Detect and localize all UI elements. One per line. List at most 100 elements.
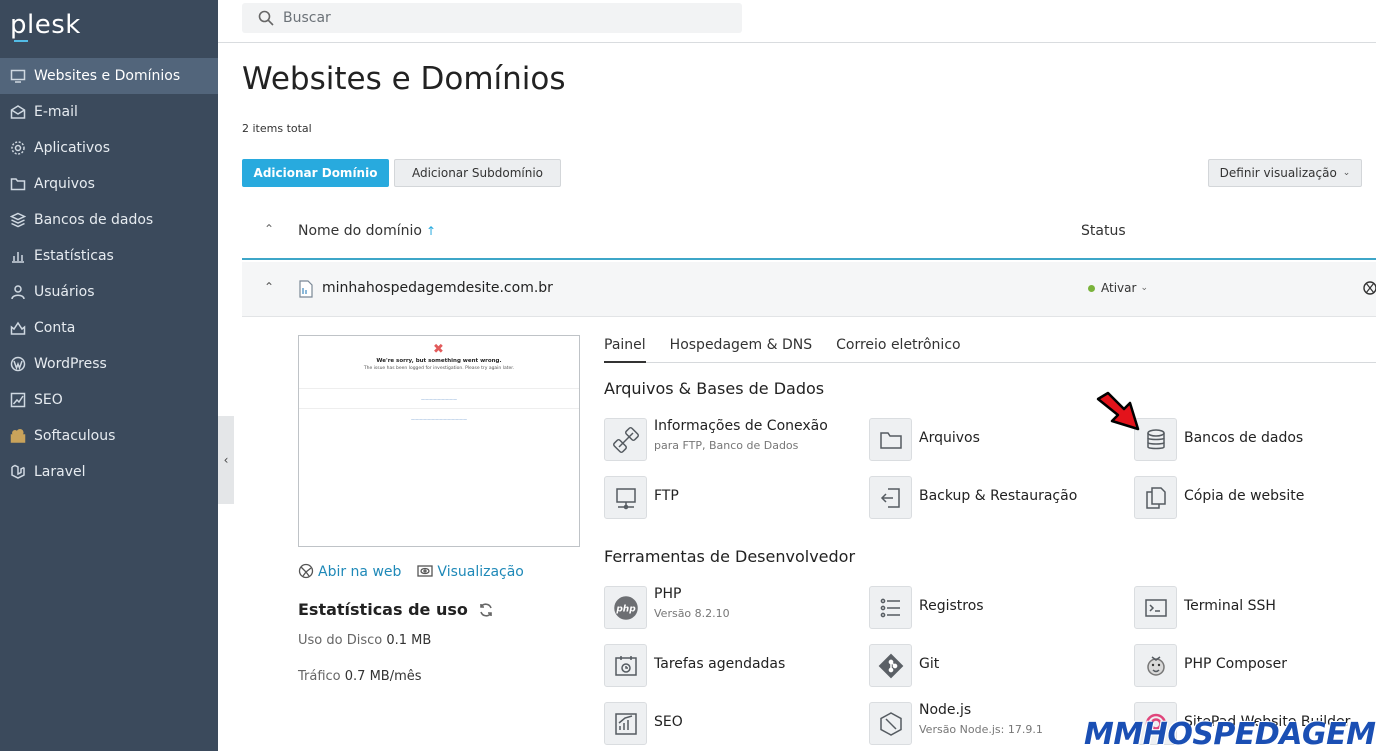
- tool-ftp[interactable]: FTP: [604, 476, 679, 519]
- sidebar-item-label: Laravel: [34, 464, 86, 480]
- tool-sub: Versão 8.2.10: [654, 607, 730, 620]
- sidebar-item-wordpress[interactable]: WordPress: [0, 346, 218, 382]
- status-label: Ativar: [1101, 281, 1137, 295]
- tool-connection-info[interactable]: Informações de Conexão para FTP, Banco de…: [604, 418, 828, 461]
- tool-label: Terminal SSH: [1184, 598, 1276, 614]
- nodejs-icon: [869, 702, 912, 745]
- open-web-label: Abir na web: [318, 564, 402, 580]
- gear-icon: [10, 140, 26, 156]
- stat-value: 0.7 MB/mês: [344, 669, 422, 684]
- tab-dashboard[interactable]: Painel: [604, 337, 646, 363]
- stat-label: Uso do Disco: [298, 633, 383, 648]
- tool-php-composer[interactable]: PHP Composer: [1134, 644, 1287, 687]
- tool-backup[interactable]: Backup & Restauração: [869, 476, 1077, 519]
- tool-logs[interactable]: Registros: [869, 586, 984, 629]
- stat-disk: Uso do Disco 0.1 MB: [298, 633, 431, 648]
- preview-link: —————————: [421, 397, 457, 402]
- domain-row: ⌃ minhahospedagemdesite.com.br Ativar ⌄: [242, 262, 1376, 317]
- chevron-up-icon[interactable]: ⌃: [264, 280, 274, 294]
- sidebar-item-users[interactable]: Usuários: [0, 274, 218, 310]
- folder-icon: [10, 176, 26, 192]
- set-view-label: Definir visualização: [1219, 166, 1337, 180]
- preview-links: Abir na web Visualização: [298, 563, 524, 580]
- open-web-link[interactable]: Abir na web: [298, 563, 401, 580]
- section-files-databases: Arquivos & Bases de Dados: [604, 379, 825, 398]
- sidebar-item-apps[interactable]: Aplicativos: [0, 130, 218, 166]
- sidebar-item-label: E-mail: [34, 104, 78, 120]
- main-content: Websites e Domínios 2 items total Adicio…: [242, 43, 1376, 751]
- tool-label: PHP: [654, 586, 682, 602]
- set-view-button[interactable]: Definir visualização ⌄: [1208, 159, 1362, 187]
- sidebar-item-label: Bancos de dados: [34, 212, 154, 228]
- sidebar-item-softaculous[interactable]: Softaculous: [0, 418, 218, 454]
- sidebar-collapse-button[interactable]: ‹: [218, 416, 234, 504]
- stat-label: Tráfico: [298, 669, 341, 684]
- tool-sub: para FTP, Banco de Dados: [654, 439, 799, 452]
- sidebar-item-laravel[interactable]: Laravel: [0, 454, 218, 490]
- database-icon: [10, 212, 26, 228]
- items-total: 2 items total: [242, 122, 312, 135]
- copy-icon: [1134, 476, 1177, 519]
- tool-nodejs[interactable]: Node.js Versão Node.js: 17.9.1: [869, 702, 1043, 745]
- chevron-left-icon: ‹: [223, 453, 229, 467]
- tool-scheduled-tasks[interactable]: Tarefas agendadas: [604, 644, 785, 687]
- sidebar-nav: Websites e Domínios E-mail Aplicativos A…: [0, 58, 218, 490]
- eye-icon: [417, 563, 434, 579]
- sidebar-item-databases[interactable]: Bancos de dados: [0, 202, 218, 238]
- sidebar-item-stats[interactable]: Estatísticas: [0, 238, 218, 274]
- php-icon: php: [604, 586, 647, 629]
- preview-subtitle: The issue has been logged for investigat…: [363, 366, 515, 371]
- domain-tabs: Painel Hospedagem & DNS Correio eletrôni…: [604, 337, 1376, 363]
- tool-copy-website[interactable]: Cópia de website: [1134, 476, 1304, 519]
- refresh-icon[interactable]: [478, 602, 494, 618]
- usage-stats-label: Estatísticas de uso: [298, 600, 468, 619]
- tool-git[interactable]: Git: [869, 644, 939, 687]
- red-arrow-annotation: [1096, 391, 1140, 431]
- softaculous-icon: [10, 428, 26, 444]
- document-icon: [299, 280, 313, 298]
- add-domain-button[interactable]: Adicionar Domínio: [242, 159, 389, 187]
- gear-icon[interactable]: [1362, 279, 1376, 297]
- tool-seo[interactable]: SEO: [604, 702, 683, 745]
- top-bar: [218, 0, 1376, 43]
- sidebar-item-files[interactable]: Arquivos: [0, 166, 218, 202]
- section-dev-tools: Ferramentas de Desenvolvedor: [604, 547, 856, 566]
- tool-files[interactable]: Arquivos: [869, 418, 980, 461]
- sidebar-item-label: Estatísticas: [34, 248, 114, 264]
- collapse-all-icon[interactable]: ⌃: [264, 222, 274, 236]
- tool-databases[interactable]: Bancos de dados: [1134, 418, 1303, 461]
- domain-name-link[interactable]: minhahospedagemdesite.com.br: [322, 280, 553, 296]
- add-subdomain-button[interactable]: Adicionar Subdomínio: [394, 159, 561, 187]
- sidebar-item-label: Aplicativos: [34, 140, 111, 156]
- sidebar-item-account[interactable]: Conta: [0, 310, 218, 346]
- visualization-link[interactable]: Visualização: [417, 563, 524, 580]
- tab-hosting-dns[interactable]: Hospedagem & DNS: [670, 337, 812, 363]
- plesk-logo[interactable]: plesk: [10, 10, 81, 40]
- tool-label: Node.js: [919, 702, 972, 718]
- page-title: Websites e Domínios: [242, 61, 566, 97]
- sidebar-item-label: Softaculous: [34, 428, 116, 444]
- tool-label: Registros: [919, 598, 984, 614]
- sidebar-item-websites[interactable]: Websites e Domínios: [0, 58, 218, 94]
- tool-label: FTP: [654, 488, 679, 504]
- search-icon: [258, 10, 274, 26]
- domain-status-dropdown[interactable]: Ativar ⌄: [1088, 281, 1148, 295]
- site-preview[interactable]: ✖ We're sorry, but something went wrong.…: [298, 335, 580, 547]
- preview-link: ——————————————: [411, 417, 467, 422]
- search-box[interactable]: [242, 3, 742, 33]
- tool-label: Bancos de dados: [1184, 430, 1304, 446]
- tool-ssh-terminal[interactable]: Terminal SSH: [1134, 586, 1276, 629]
- sidebar-item-label: Conta: [34, 320, 76, 336]
- tool-sub: Versão Node.js: 17.9.1: [919, 723, 1043, 736]
- list-icon: [869, 586, 912, 629]
- divider: [299, 388, 579, 389]
- column-domain-name[interactable]: Nome do domínio ↑: [298, 223, 436, 239]
- bar-chart-icon: [10, 248, 26, 264]
- tab-mail[interactable]: Correio eletrônico: [836, 337, 960, 363]
- usage-stats-title: Estatísticas de uso: [298, 600, 494, 619]
- sidebar-item-seo[interactable]: SEO: [0, 382, 218, 418]
- tool-label: Informações de Conexão: [654, 418, 828, 434]
- tool-php[interactable]: php PHP Versão 8.2.10: [604, 586, 730, 629]
- sidebar-item-email[interactable]: E-mail: [0, 94, 218, 130]
- search-input[interactable]: [283, 10, 683, 26]
